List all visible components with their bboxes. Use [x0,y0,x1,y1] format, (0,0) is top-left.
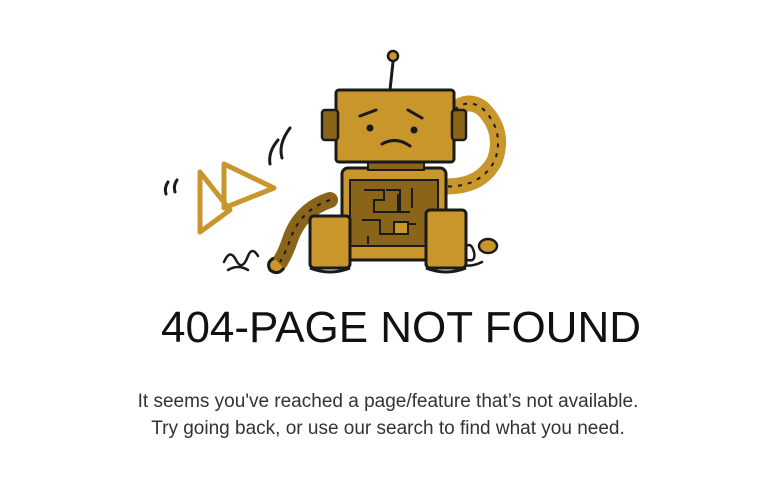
error-title: 404-PAGE NOT FOUND [160,303,642,352]
sad-robot-icon [163,49,506,275]
not-found-page: 404-PAGE NOT FOUND It seems you've reach… [0,0,776,477]
play-triangle-logo-icon [197,161,277,235]
error-message-line-2: Try going back, or use our search to fin… [151,418,625,439]
sad-robot-illustration [150,40,530,290]
error-message-line-1: It seems you've reached a page/feature t… [137,391,639,412]
error-message: It seems you've reached a page/feature t… [0,388,776,442]
